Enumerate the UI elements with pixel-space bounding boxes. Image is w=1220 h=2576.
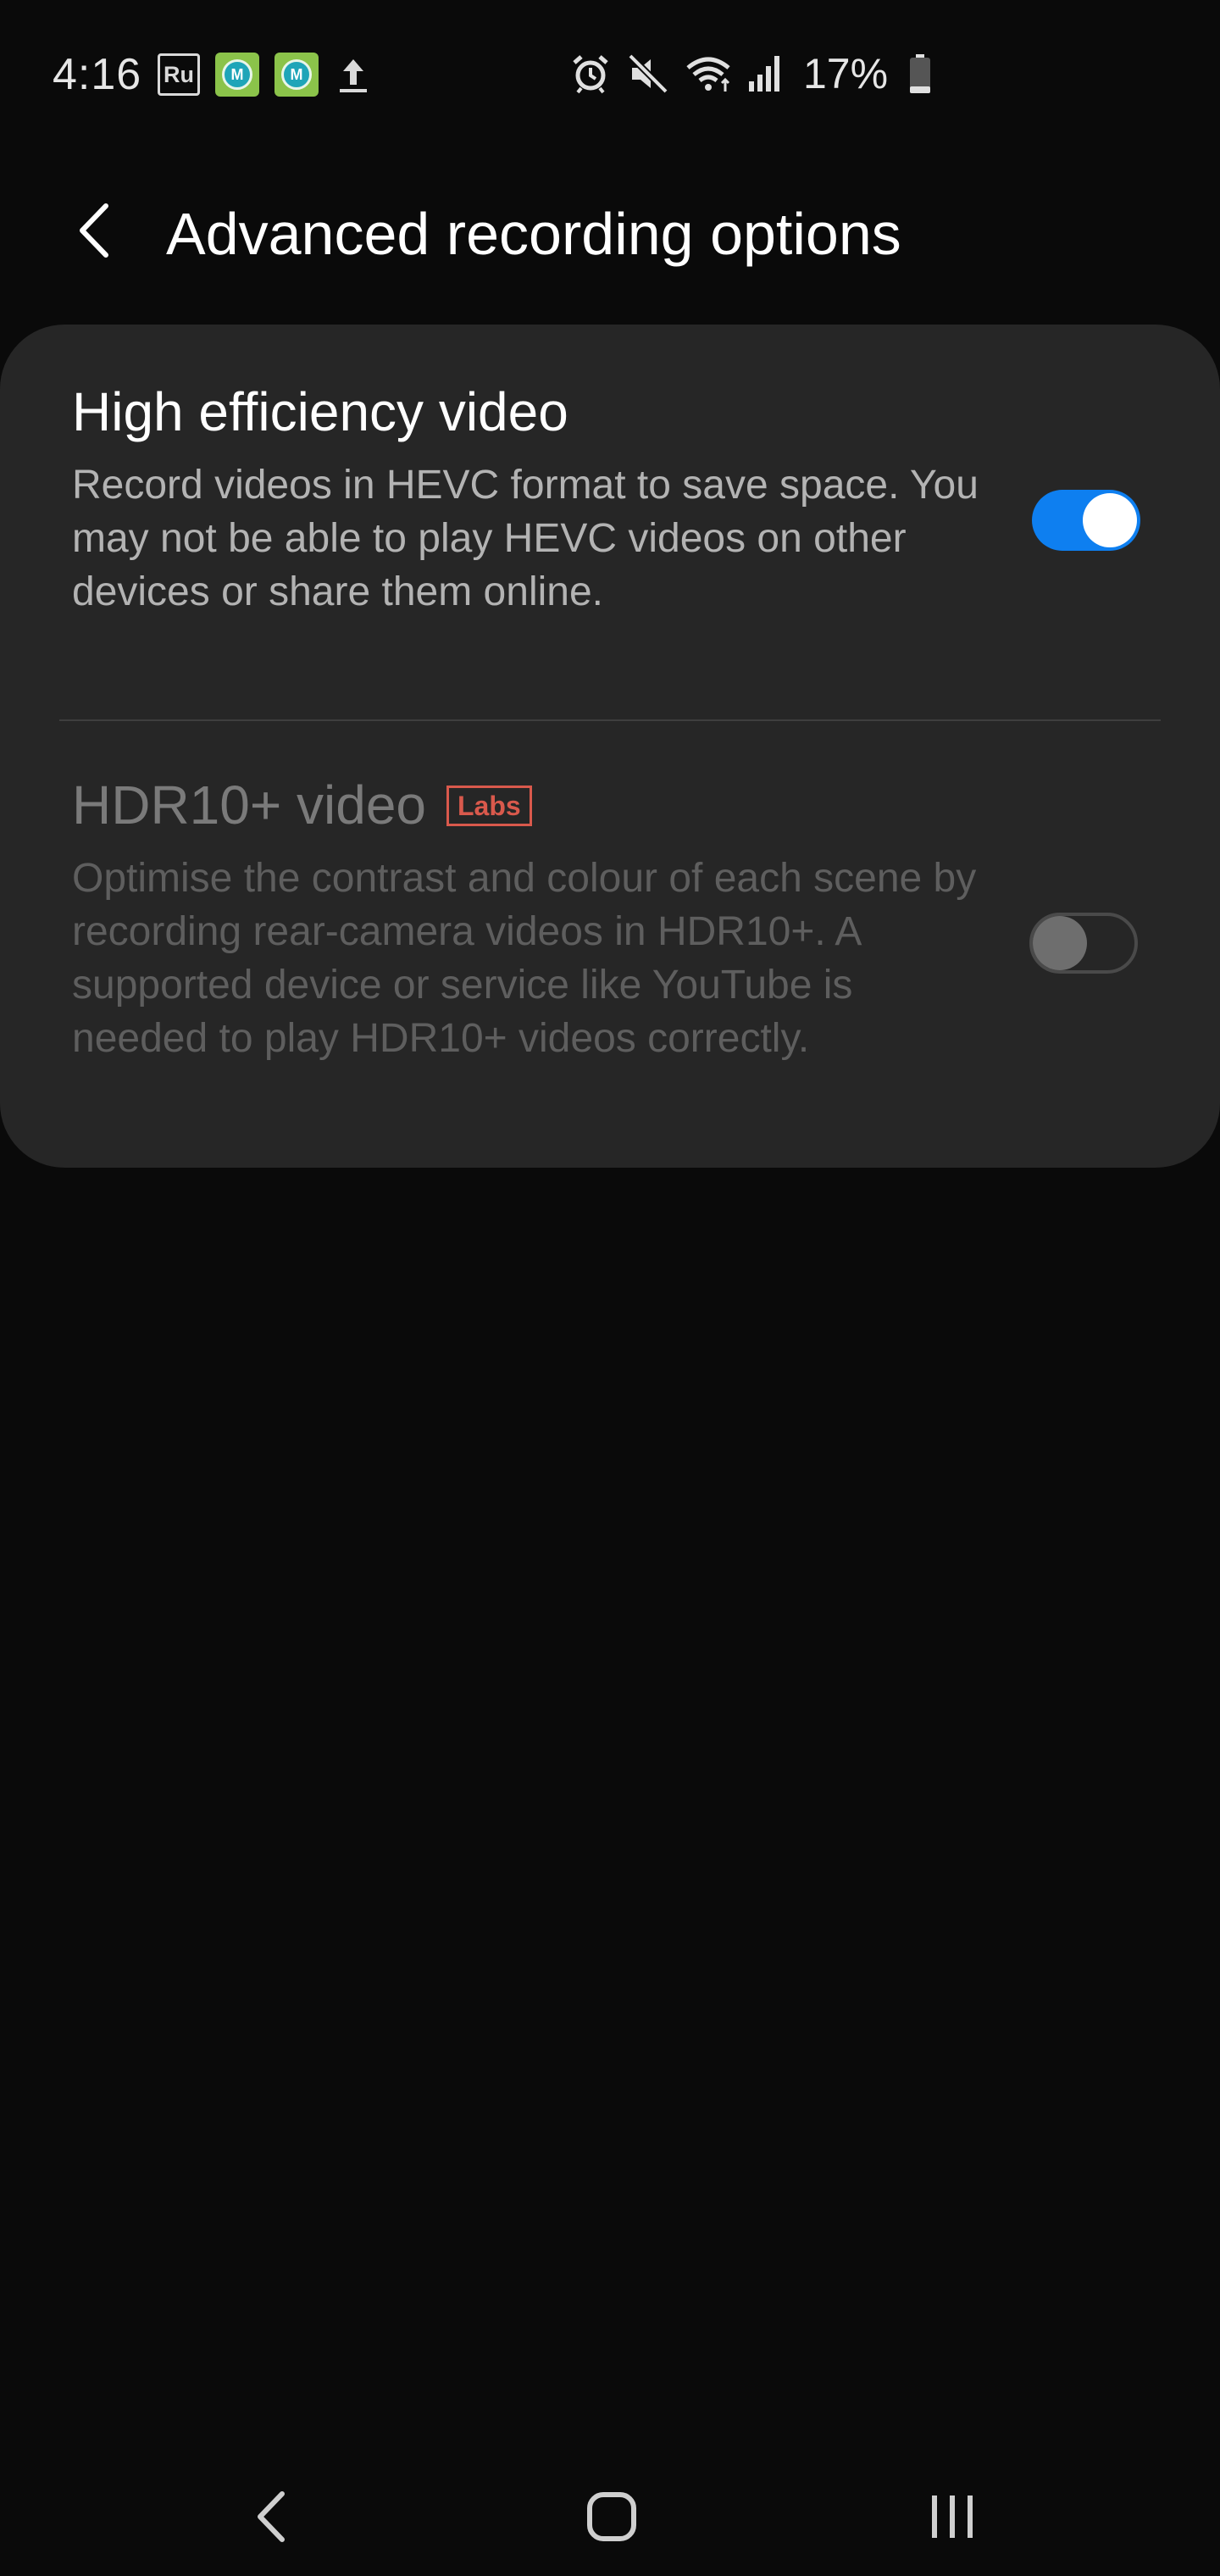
upload-icon bbox=[334, 53, 373, 97]
setting-title: HDR10+ video bbox=[72, 774, 426, 836]
navigation-bar bbox=[0, 2457, 1220, 2576]
app-icon: M bbox=[215, 53, 259, 97]
mute-icon bbox=[628, 53, 668, 94]
signal-icon bbox=[749, 56, 779, 92]
nav-recents-button[interactable] bbox=[910, 2474, 995, 2559]
ru-icon: Ru bbox=[158, 53, 200, 96]
ru-icon-label: Ru bbox=[164, 61, 194, 87]
app-icon-label: M bbox=[222, 59, 252, 90]
back-icon bbox=[258, 2491, 285, 2542]
toggle-knob bbox=[1083, 493, 1137, 547]
recents-icon bbox=[932, 2496, 973, 2538]
setting-description: Record videos in HEVC format to save spa… bbox=[72, 463, 979, 614]
nav-home-button[interactable] bbox=[569, 2474, 654, 2559]
battery-percent: 17% bbox=[803, 50, 889, 97]
chevron-left-icon bbox=[80, 203, 108, 258]
alarm-icon bbox=[573, 55, 608, 94]
app-icon-label: M bbox=[281, 59, 312, 90]
nav-back-button[interactable] bbox=[229, 2474, 313, 2559]
toggle-knob bbox=[1033, 916, 1087, 970]
screen: 4:16 Ru M M 17% Advanced recording optio… bbox=[0, 0, 1220, 2576]
hdr10-video-toggle[interactable] bbox=[1029, 913, 1138, 974]
wifi-icon bbox=[686, 57, 730, 92]
labs-badge: Labs bbox=[446, 786, 532, 826]
setting-description: Optimise the contrast and colour of each… bbox=[72, 856, 977, 1061]
status-bar: 4:16 Ru M M 17% bbox=[0, 0, 1220, 149]
app-header: Advanced recording options bbox=[0, 149, 1220, 319]
home-icon bbox=[587, 2492, 636, 2541]
system-status-icons: 17% bbox=[569, 49, 932, 98]
divider bbox=[59, 719, 1161, 721]
setting-title-row: HDR10+ video Labs bbox=[72, 774, 532, 836]
page-title: Advanced recording options bbox=[166, 201, 901, 267]
battery-icon bbox=[910, 54, 931, 93]
app-icon: M bbox=[274, 53, 319, 97]
high-efficiency-video-toggle[interactable] bbox=[1032, 490, 1140, 551]
status-time: 4:16 bbox=[53, 50, 142, 99]
settings-card: High efficiency video Record videos in H… bbox=[0, 325, 1220, 1168]
back-button[interactable] bbox=[56, 180, 132, 281]
notification-icons: Ru M M bbox=[158, 53, 373, 97]
setting-title: High efficiency video bbox=[72, 381, 568, 442]
